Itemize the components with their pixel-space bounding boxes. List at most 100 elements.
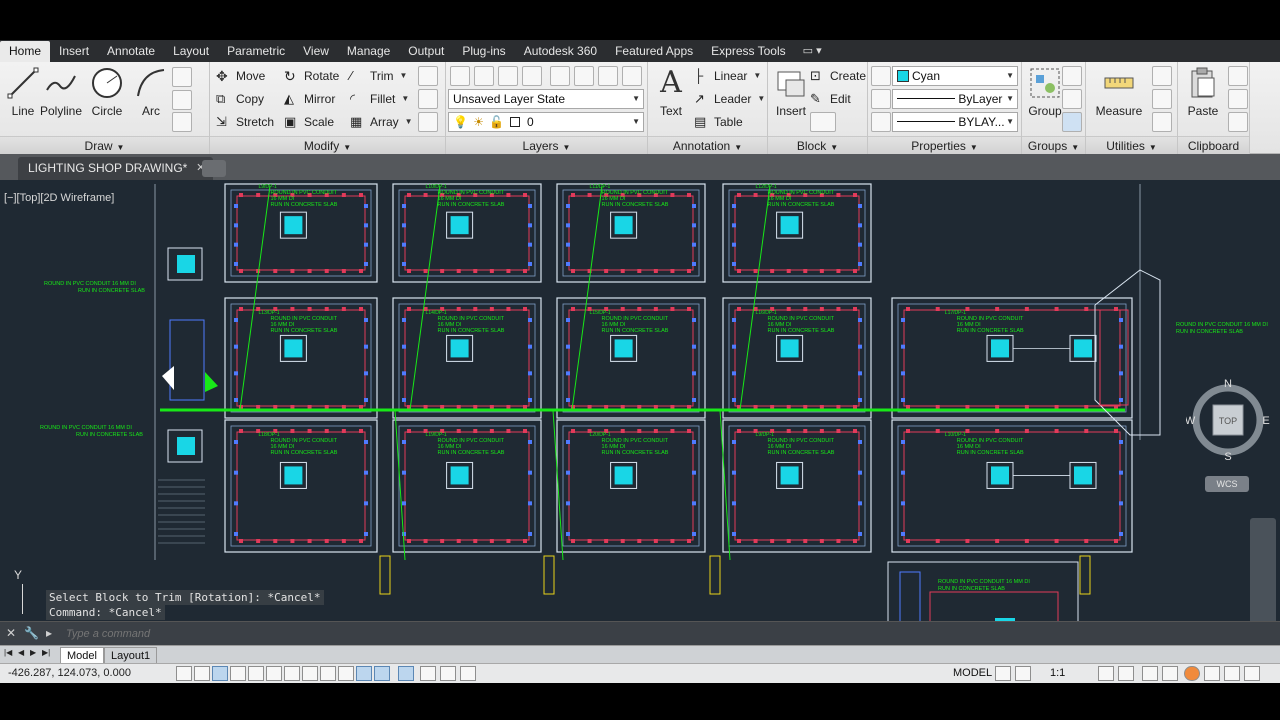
ribbon-minimize-toggle[interactable]: ▭ ▾ — [795, 41, 830, 62]
create-block-button[interactable]: ⊡ Create — [810, 66, 866, 86]
array-button[interactable]: ▦ Array ▼ — [350, 112, 413, 132]
lineweight-dropdown[interactable]: BYLAY... ▼ — [892, 112, 1018, 132]
lineweight-toggle-icon[interactable] — [356, 666, 372, 681]
ribbon-tab-express-tools[interactable]: Express Tools — [702, 41, 794, 62]
quick-view-layouts-icon[interactable] — [995, 666, 1011, 681]
ribbon-tab-insert[interactable]: Insert — [50, 41, 98, 62]
viewcube[interactable]: TOP N S E W — [1185, 378, 1272, 464]
scale-button[interactable]: ▣ Scale — [284, 112, 334, 132]
3d-osnap-icon[interactable] — [284, 666, 300, 681]
lightbulb-status-icon[interactable] — [1224, 666, 1240, 681]
ribbon-tab-home[interactable]: Home — [0, 41, 51, 62]
properties-panel-title[interactable]: Properties ▼ — [868, 136, 1021, 154]
quick-view-drawings-icon[interactable] — [1015, 666, 1031, 681]
layer-properties-icon[interactable] — [450, 66, 470, 86]
paste-button[interactable]: Paste — [1180, 64, 1226, 118]
group-select-icon[interactable] — [1062, 112, 1082, 132]
last-tab-icon[interactable]: ▶| — [42, 648, 50, 657]
lock-ui-icon[interactable] — [1162, 666, 1178, 681]
grid-display-icon[interactable] — [212, 666, 228, 681]
layer-unisolate-icon[interactable] — [598, 66, 618, 86]
object-snap-icon[interactable] — [266, 666, 282, 681]
transparency-icon[interactable] — [374, 666, 390, 681]
ribbon-tab-layout[interactable]: Layout — [164, 41, 218, 62]
annotation-panel-title[interactable]: Annotation ▼ — [648, 136, 767, 154]
ribbon-tab-autodesk-360[interactable]: Autodesk 360 — [515, 41, 606, 62]
measure-button[interactable]: Measure — [1092, 64, 1146, 118]
file-tab[interactable]: LIGHTING SHOP DRAWING* ✕ — [18, 157, 214, 180]
copy-button[interactable]: ⧉ Copy — [216, 89, 264, 109]
stretch-button[interactable]: ⇲ Stretch — [216, 112, 274, 132]
annotation-monitor-icon[interactable] — [440, 666, 456, 681]
ribbon-tab-featured-apps[interactable]: Featured Apps — [606, 41, 702, 62]
close-command-icon[interactable]: ✕ — [6, 626, 16, 640]
linetype-dropdown[interactable]: ByLayer ▼ — [892, 89, 1018, 109]
selection-cycling-icon[interactable] — [420, 666, 436, 681]
table-button[interactable]: ▤ Table — [694, 112, 743, 132]
groups-panel-title[interactable]: Groups ▼ — [1022, 136, 1085, 154]
dynamic-input-icon[interactable] — [338, 666, 354, 681]
ribbon-tab-annotate[interactable]: Annotate — [98, 41, 164, 62]
trim-button[interactable]: ⁄ Trim ▼ — [350, 66, 407, 86]
layout1-tab[interactable]: Layout1 — [104, 647, 158, 663]
calculator-icon[interactable] — [1152, 112, 1172, 132]
linetype-icon[interactable] — [871, 112, 891, 132]
layer-freeze-icon[interactable] — [522, 66, 542, 86]
allow-ucs-icon[interactable] — [320, 666, 336, 681]
polyline-button[interactable]: Polyline — [36, 64, 86, 118]
prev-tab-icon[interactable]: ◀ — [18, 648, 24, 657]
erase-icon[interactable] — [418, 66, 438, 86]
ungroup-icon[interactable] — [1062, 66, 1082, 86]
leader-button[interactable]: ↗ Leader ▼ — [694, 89, 765, 109]
customize-icon[interactable]: 🔧 — [24, 626, 39, 640]
clean-screen-icon[interactable] — [1244, 666, 1260, 681]
ortho-mode-icon[interactable] — [230, 666, 246, 681]
auto-scale-icon[interactable] — [1118, 666, 1134, 681]
layer-state-dropdown[interactable]: Unsaved Layer State ▼ — [448, 89, 644, 109]
ribbon-tab-output[interactable]: Output — [399, 41, 453, 62]
snap-mode-icon[interactable] — [194, 666, 210, 681]
model-tab[interactable]: Model — [60, 647, 104, 663]
match-properties-icon[interactable] — [871, 66, 891, 86]
drawing-area[interactable]: L9/DP-1 ROUND IN PVC CONDUIT 16 MM DI RUN I… — [0, 180, 1280, 645]
object-snap-tracking-icon[interactable] — [302, 666, 318, 681]
rotate-button[interactable]: ↻ Rotate — [284, 66, 339, 86]
match-icon[interactable] — [1228, 112, 1248, 132]
hardware-acceleration-icon[interactable] — [1184, 666, 1200, 681]
move-button[interactable]: ✥ Move — [216, 66, 265, 86]
new-tab-button[interactable] — [202, 160, 226, 177]
wcs-menu[interactable]: WCS — [1205, 476, 1249, 492]
insert-button[interactable]: Insert — [768, 64, 814, 118]
fillet-button[interactable]: ◜ Fillet ▼ — [350, 89, 409, 109]
rectangle-icon[interactable] — [172, 67, 192, 87]
region-icon[interactable] — [172, 112, 192, 132]
quick-properties-icon[interactable] — [398, 666, 414, 681]
model-space-button[interactable]: MODEL — [953, 667, 992, 679]
lineweight-icon[interactable] — [871, 89, 891, 109]
annotation-visibility-icon[interactable] — [1098, 666, 1114, 681]
recent-commands-icon[interactable]: ▸ — [46, 626, 52, 640]
first-tab-icon[interactable]: |◀ — [4, 648, 12, 657]
text-button[interactable]: A Text — [648, 64, 694, 119]
layer-previous-icon[interactable] — [574, 66, 594, 86]
explode-icon[interactable] — [418, 89, 438, 109]
circle-button[interactable]: Circle — [84, 64, 130, 118]
ribbon-tab-parametric[interactable]: Parametric — [218, 41, 294, 62]
copy-clip-icon[interactable] — [1228, 89, 1248, 109]
viewport-controls[interactable]: [−][Top][2D Wireframe] — [4, 192, 114, 204]
color-dropdown[interactable]: Cyan ▼ — [892, 66, 1018, 86]
infer-constraints-icon[interactable] — [176, 666, 192, 681]
cut-icon[interactable] — [1228, 66, 1248, 86]
layers-panel-title[interactable]: Layers ▼ — [446, 136, 647, 154]
linear-button[interactable]: ├ Linear ▼ — [694, 66, 761, 86]
layer-match-icon[interactable] — [550, 66, 570, 86]
clipboard-panel-title[interactable]: Clipboard — [1178, 136, 1249, 154]
block-attribute-icon[interactable] — [810, 112, 836, 132]
ribbon-tab-manage[interactable]: Manage — [338, 41, 399, 62]
select-all-icon[interactable] — [1152, 89, 1172, 109]
floor-plan-drawing[interactable]: L9/DP-1ROUND IN PVC CONDUIT16 MM DIRUN I… — [0, 180, 1280, 621]
ribbon-tab-view[interactable]: View — [294, 41, 338, 62]
next-tab-icon[interactable]: ▶ — [30, 648, 36, 657]
layer-iso-icon[interactable] — [474, 66, 494, 86]
layer-off-icon[interactable] — [498, 66, 518, 86]
